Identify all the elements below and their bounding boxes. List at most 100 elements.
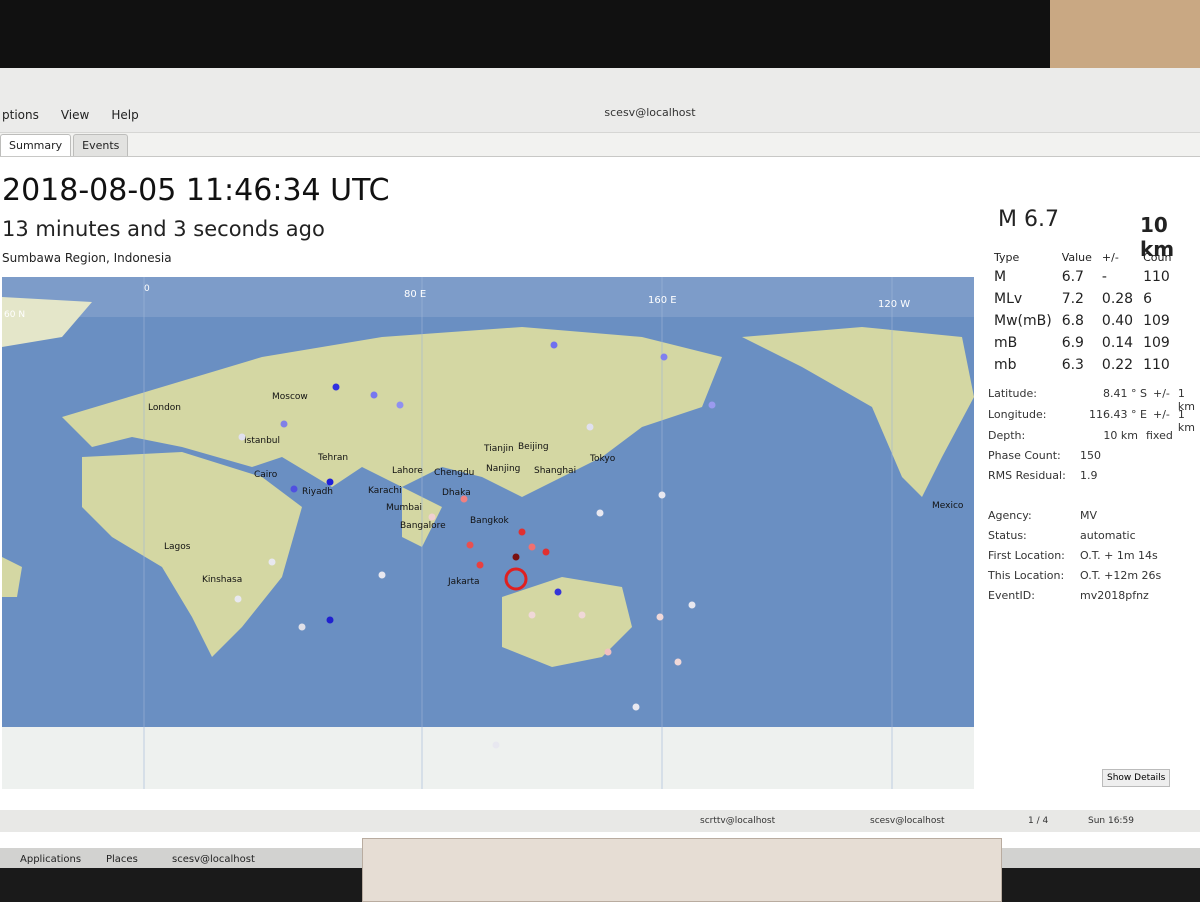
city-label: Istanbul	[244, 436, 280, 446]
cell-err: -	[1101, 269, 1107, 285]
applications-menu[interactable]: Applications	[20, 854, 81, 865]
this-location-label: This Location:	[988, 569, 1065, 582]
station-marker[interactable]	[460, 495, 468, 503]
cell-type: MLv	[994, 291, 1023, 307]
window-button-scesv[interactable]: scesv@localhost	[870, 816, 945, 826]
station-marker[interactable]	[660, 353, 668, 361]
lon-label-0: 0	[144, 284, 150, 294]
workspace-pager[interactable]: 1 / 4	[1028, 816, 1048, 826]
station-marker[interactable]	[658, 491, 666, 499]
table-row[interactable]: M 6.7 - 110	[992, 266, 1179, 288]
station-marker[interactable]	[674, 658, 682, 666]
station-marker[interactable]	[528, 611, 536, 619]
city-label: Tehran	[317, 453, 348, 463]
station-marker[interactable]	[512, 553, 520, 561]
station-marker[interactable]	[528, 543, 536, 551]
station-marker[interactable]	[708, 401, 716, 409]
longitude-unc: 1 km	[1177, 408, 1195, 434]
magnitude-table: Type Value +/- Coun M 6.7 - 110 MLv 7.2 …	[992, 249, 1179, 376]
city-label: Tianjin	[483, 444, 514, 454]
status-value: automatic	[1080, 529, 1136, 542]
station-marker[interactable]	[492, 741, 500, 749]
header-value: Value	[1061, 251, 1092, 264]
station-marker[interactable]	[370, 391, 378, 399]
tab-events[interactable]: Events	[73, 134, 129, 156]
station-marker[interactable]	[268, 558, 276, 566]
window-title: scesv@localhost	[604, 106, 696, 119]
station-marker[interactable]	[466, 541, 474, 549]
station-marker[interactable]	[378, 571, 386, 579]
station-marker[interactable]	[290, 485, 298, 493]
tab-summary[interactable]: Summary	[0, 134, 72, 156]
first-location-label: First Location:	[988, 549, 1065, 562]
station-marker[interactable]	[632, 703, 640, 711]
cell-type: M	[994, 269, 1007, 285]
phase-count-value: 150	[1080, 449, 1101, 462]
station-marker[interactable]	[238, 433, 246, 441]
station-marker[interactable]	[596, 509, 604, 517]
station-marker[interactable]	[688, 601, 696, 609]
station-marker[interactable]	[586, 423, 594, 431]
station-marker[interactable]	[550, 341, 558, 349]
station-marker[interactable]	[518, 528, 526, 536]
table-row[interactable]: Mw(mB) 6.8 0.40 109	[992, 310, 1179, 332]
places-menu[interactable]: Places	[106, 854, 138, 865]
city-label: Mumbai	[386, 503, 422, 513]
this-location-value: O.T. +12m 26s	[1080, 569, 1162, 582]
cell-count: 109	[1143, 313, 1170, 329]
status-row: Status: automatic	[988, 529, 1136, 542]
depth-label: Depth:	[988, 429, 1026, 442]
agency-label: Agency:	[988, 509, 1032, 522]
cell-value: 6.3	[1061, 357, 1084, 373]
magnitude-display: M 6.7	[998, 207, 1059, 232]
station-marker[interactable]	[280, 420, 288, 428]
station-marker[interactable]	[326, 616, 334, 624]
depth-row: Depth: 10 km fixed	[988, 429, 1173, 442]
station-marker[interactable]	[656, 613, 664, 621]
station-marker[interactable]	[604, 648, 612, 656]
station-marker[interactable]	[332, 383, 340, 391]
station-marker[interactable]	[428, 513, 436, 521]
cell-count: 109	[1143, 335, 1170, 351]
city-label: Tokyo	[589, 454, 616, 464]
header-type: Type	[994, 251, 1020, 264]
city-label: Moscow	[272, 392, 308, 402]
cell-value: 6.9	[1061, 335, 1084, 351]
header-count: Coun	[1143, 251, 1172, 264]
region-name: Sumbawa Region, Indonesia	[2, 251, 172, 265]
city-label: Cairo	[254, 470, 278, 480]
station-marker[interactable]	[554, 588, 562, 596]
table-row[interactable]: mb 6.3 0.22 110	[992, 354, 1179, 376]
station-marker[interactable]	[578, 611, 586, 619]
header-err: +/-	[1101, 251, 1119, 264]
rms-row: RMS Residual: 1.9	[988, 469, 1098, 482]
status-label: Status:	[988, 529, 1027, 542]
station-marker[interactable]	[298, 623, 306, 631]
city-label: Shanghai	[534, 466, 576, 476]
station-marker[interactable]	[476, 561, 484, 569]
phase-count-row: Phase Count: 150	[988, 449, 1101, 462]
world-map[interactable]: 0 80 E 160 E 120 W 60 N London Moscow Is…	[2, 277, 974, 789]
rms-label: RMS Residual:	[988, 469, 1066, 482]
cell-count: 6	[1143, 291, 1153, 307]
lon-label-160e: 160 E	[648, 295, 677, 306]
cell-type: mB	[994, 335, 1018, 351]
station-marker[interactable]	[234, 595, 242, 603]
screen: ptions View Help scesv@localhost Summary…	[0, 68, 1200, 868]
ocean-north	[2, 277, 974, 317]
station-marker[interactable]	[326, 478, 334, 486]
table-header-row: Type Value +/- Coun	[992, 249, 1179, 266]
table-row[interactable]: MLv 7.2 0.28 6	[992, 288, 1179, 310]
cell-count: 110	[1143, 269, 1170, 285]
window-button-scrttv[interactable]: scrttv@localhost	[700, 816, 775, 826]
station-marker[interactable]	[542, 548, 550, 556]
table-row[interactable]: mB 6.9 0.14 109	[992, 332, 1179, 354]
show-details-button[interactable]: Show Details	[1102, 769, 1171, 787]
station-marker[interactable]	[396, 401, 404, 409]
city-label: Jakarta	[447, 577, 479, 587]
city-label: Beijing	[518, 442, 549, 452]
taskbar-window-scesv[interactable]: scesv@localhost	[172, 854, 255, 865]
event-info-panel: M 6.7 10 km Type Value +/- Coun M 6.7 - …	[980, 197, 1200, 797]
lon-label-80e: 80 E	[404, 289, 426, 300]
cell-err: 0.14	[1101, 335, 1134, 351]
